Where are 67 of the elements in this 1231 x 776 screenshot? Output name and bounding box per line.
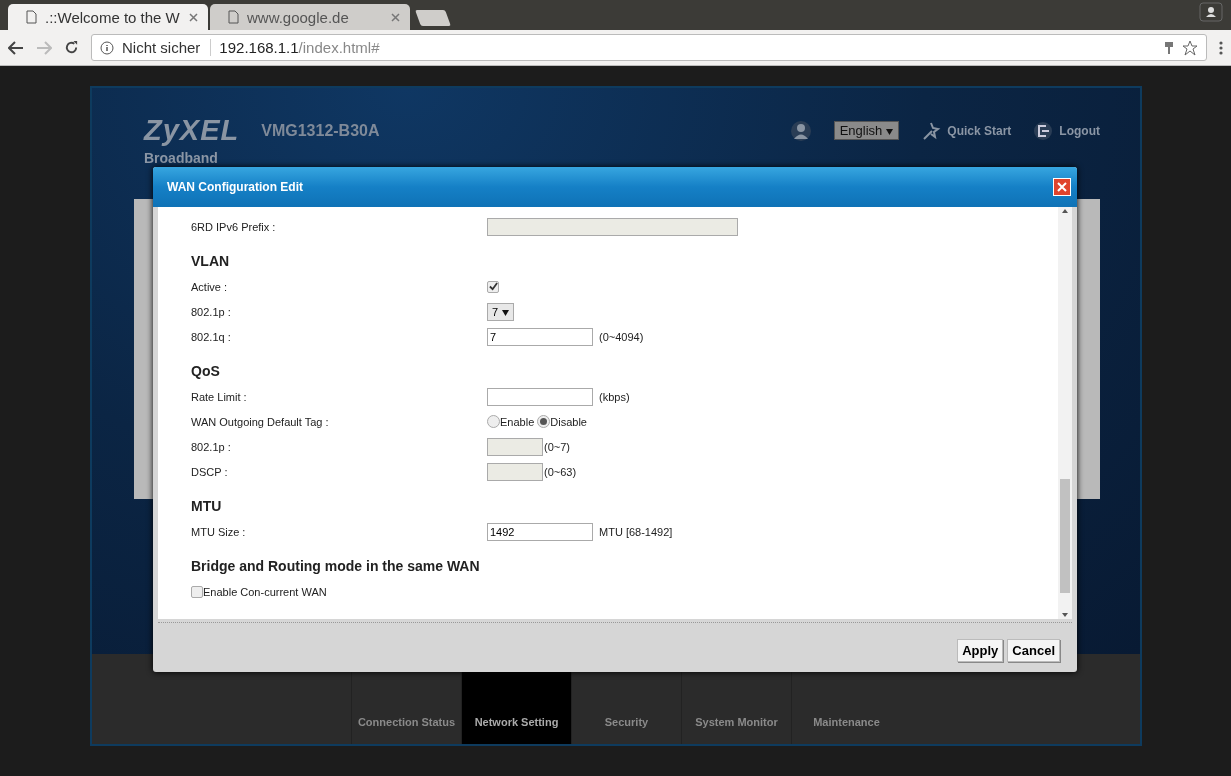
url-path: /index.html# [298,39,380,56]
input-field[interactable]: 7 [487,327,593,346]
exit-icon [1033,120,1054,141]
select-dropdown[interactable]: 7 [487,302,515,321]
close-icon[interactable] [189,12,198,22]
info-icon [100,40,114,55]
page-icon [228,10,239,24]
language-select[interactable]: English [833,121,900,140]
scroll-up-icon[interactable] [1062,209,1068,213]
field-label: DSCP : [191,465,229,478]
field-label: 802.1q : [191,330,232,343]
scrollbar[interactable] [1058,207,1072,619]
close-button[interactable] [1053,178,1071,196]
close-icon[interactable] [391,12,400,22]
browser-tab[interactable]: www.google.de [210,4,410,30]
logout-link[interactable]: Logout [1033,120,1100,141]
security-label: Nicht sicher [122,39,212,56]
back-icon[interactable] [8,40,24,55]
checkbox-label: Enable Con-current WAN [203,585,327,598]
key-icon[interactable] [1164,40,1174,55]
range-hint: (kbps) [599,390,630,403]
range-hint: MTU [68-1492] [599,525,673,538]
section-heading: Bridge and Routing mode in the same WAN [191,557,481,576]
field-label: 802.1p : [191,440,232,453]
wand-icon [921,120,942,141]
dialog-title: WAN Configuration Edit [167,180,303,194]
radio-button[interactable] [537,415,551,428]
radio-button[interactable] [487,415,500,428]
address-bar[interactable]: Nicht sicher 192.168.1.1/index.html# [91,34,1207,61]
input-field[interactable] [487,387,593,406]
field-label: Rate Limit : [191,390,248,403]
field-label: Active : [191,280,229,293]
scroll-down-icon[interactable] [1062,613,1068,617]
radio-label: Enable [500,415,535,428]
input-field[interactable]: 1492 [487,522,593,541]
field-label: 802.1p : [191,305,232,318]
new-tab-button[interactable] [415,10,451,26]
checkbox[interactable] [487,280,499,293]
radio-label: Disable [550,415,587,428]
brand-logo: ZyXEL [144,114,240,147]
range-hint: (0~4094) [599,330,644,343]
section-heading: MTU [191,497,223,516]
close-icon [1057,182,1067,192]
browser-tab[interactable]: .::Welcome to the W [8,4,208,30]
caret-icon [502,309,510,316]
scrollbar-thumb[interactable] [1060,479,1070,593]
page-icon [26,10,37,24]
caret-icon [886,129,894,135]
profile-icon[interactable] [1199,2,1223,22]
field-label: MTU Size : [191,525,247,538]
star-icon[interactable] [1182,39,1198,56]
reload-icon[interactable] [64,40,79,55]
quick-start-link[interactable]: Quick Start [921,120,1012,141]
menu-icon[interactable] [1219,39,1223,56]
dialog-button[interactable]: Apply [957,639,1004,662]
dialog-button[interactable]: Cancel [1007,639,1060,662]
person-icon [789,119,812,142]
range-hint: (0~7) [544,440,570,453]
checkbox[interactable] [191,585,203,598]
field-label: 6RD IPv6 Prefix : [191,220,277,233]
section-heading: VLAN [191,252,231,271]
url-host: 192.168.1.1 [219,39,299,56]
field-label: WAN Outgoing Default Tag : [191,415,330,428]
page-title: Broadband [144,151,219,166]
model-name: VMG1312-B30A [261,121,381,140]
section-heading: QoS [191,362,221,381]
range-hint: (0~63) [544,465,577,478]
